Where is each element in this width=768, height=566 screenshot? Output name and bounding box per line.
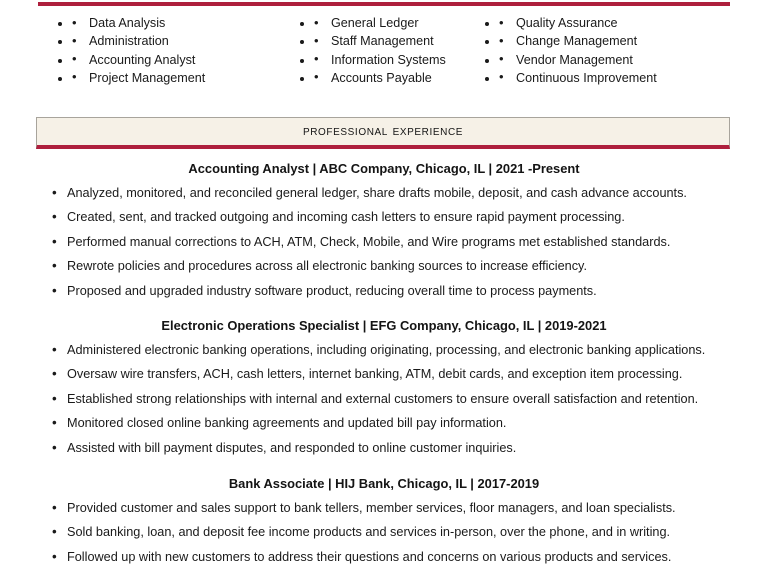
section-header-band: Professional Experience [36,117,730,149]
job-entry: Accounting Analyst | ABC Company, Chicag… [0,158,768,300]
job-bullet-list: Provided customer and sales support to b… [0,499,768,566]
skills-column-3: Quality Assurance Change Management Vend… [481,13,768,87]
section-title-professional-experience: Professional Experience [302,123,464,139]
job-bullet: Oversaw wire transfers, ACH, cash letter… [0,365,768,383]
skill-item: General Ledger [314,13,481,32]
skills-grid: Data Analysis Administration Accounting … [0,13,768,87]
job-bullet: Rewrote policies and procedures across a… [0,257,768,275]
job-bullet: Analyzed, monitored, and reconciled gene… [0,184,768,202]
job-bullet: Established strong relationships with in… [0,390,768,408]
skill-item: Continuous Improvement [499,68,768,87]
skill-item: Staff Management [314,32,481,51]
experience-section: Accounting Analyst | ABC Company, Chicag… [0,158,768,566]
skill-item: Accounts Payable [314,68,481,87]
job-bullet: Assisted with bill payment disputes, and… [0,439,768,457]
skills-column-2: General Ledger Staff Management Informat… [241,13,481,87]
job-bullet: Performed manual corrections to ACH, ATM… [0,233,768,251]
job-entry: Electronic Operations Specialist | EFG C… [0,300,768,457]
job-bullet-list: Analyzed, monitored, and reconciled gene… [0,184,768,300]
job-heading: Electronic Operations Specialist | EFG C… [161,317,607,333]
job-heading: Bank Associate | HIJ Bank, Chicago, IL |… [228,475,540,491]
skill-item: Vendor Management [499,50,768,69]
job-bullet: Monitored closed online banking agreemen… [0,414,768,432]
top-accent-rule [38,2,730,6]
skill-item: Administration [72,32,241,51]
skill-item: Project Management [72,68,241,87]
job-heading: Accounting Analyst | ABC Company, Chicag… [188,161,580,176]
skills-column-1: Data Analysis Administration Accounting … [0,13,241,87]
skill-item: Change Management [499,32,768,51]
skill-item: Information Systems [314,50,481,69]
job-bullet-list: Administered electronic banking operatio… [0,341,768,457]
skill-item: Quality Assurance [499,13,768,32]
job-bullet: Sold banking, loan, and deposit fee inco… [0,523,768,541]
skill-item: Data Analysis [72,13,241,32]
job-bullet: Proposed and upgraded industry software … [0,282,768,300]
job-bullet: Provided customer and sales support to b… [0,499,768,517]
job-bullet: Followed up with new customers to addres… [0,548,768,566]
skill-item: Accounting Analyst [72,50,241,69]
job-bullet: Created, sent, and tracked outgoing and … [0,208,768,226]
job-entry: Bank Associate | HIJ Bank, Chicago, IL |… [0,457,768,566]
job-bullet: Administered electronic banking operatio… [0,341,768,359]
